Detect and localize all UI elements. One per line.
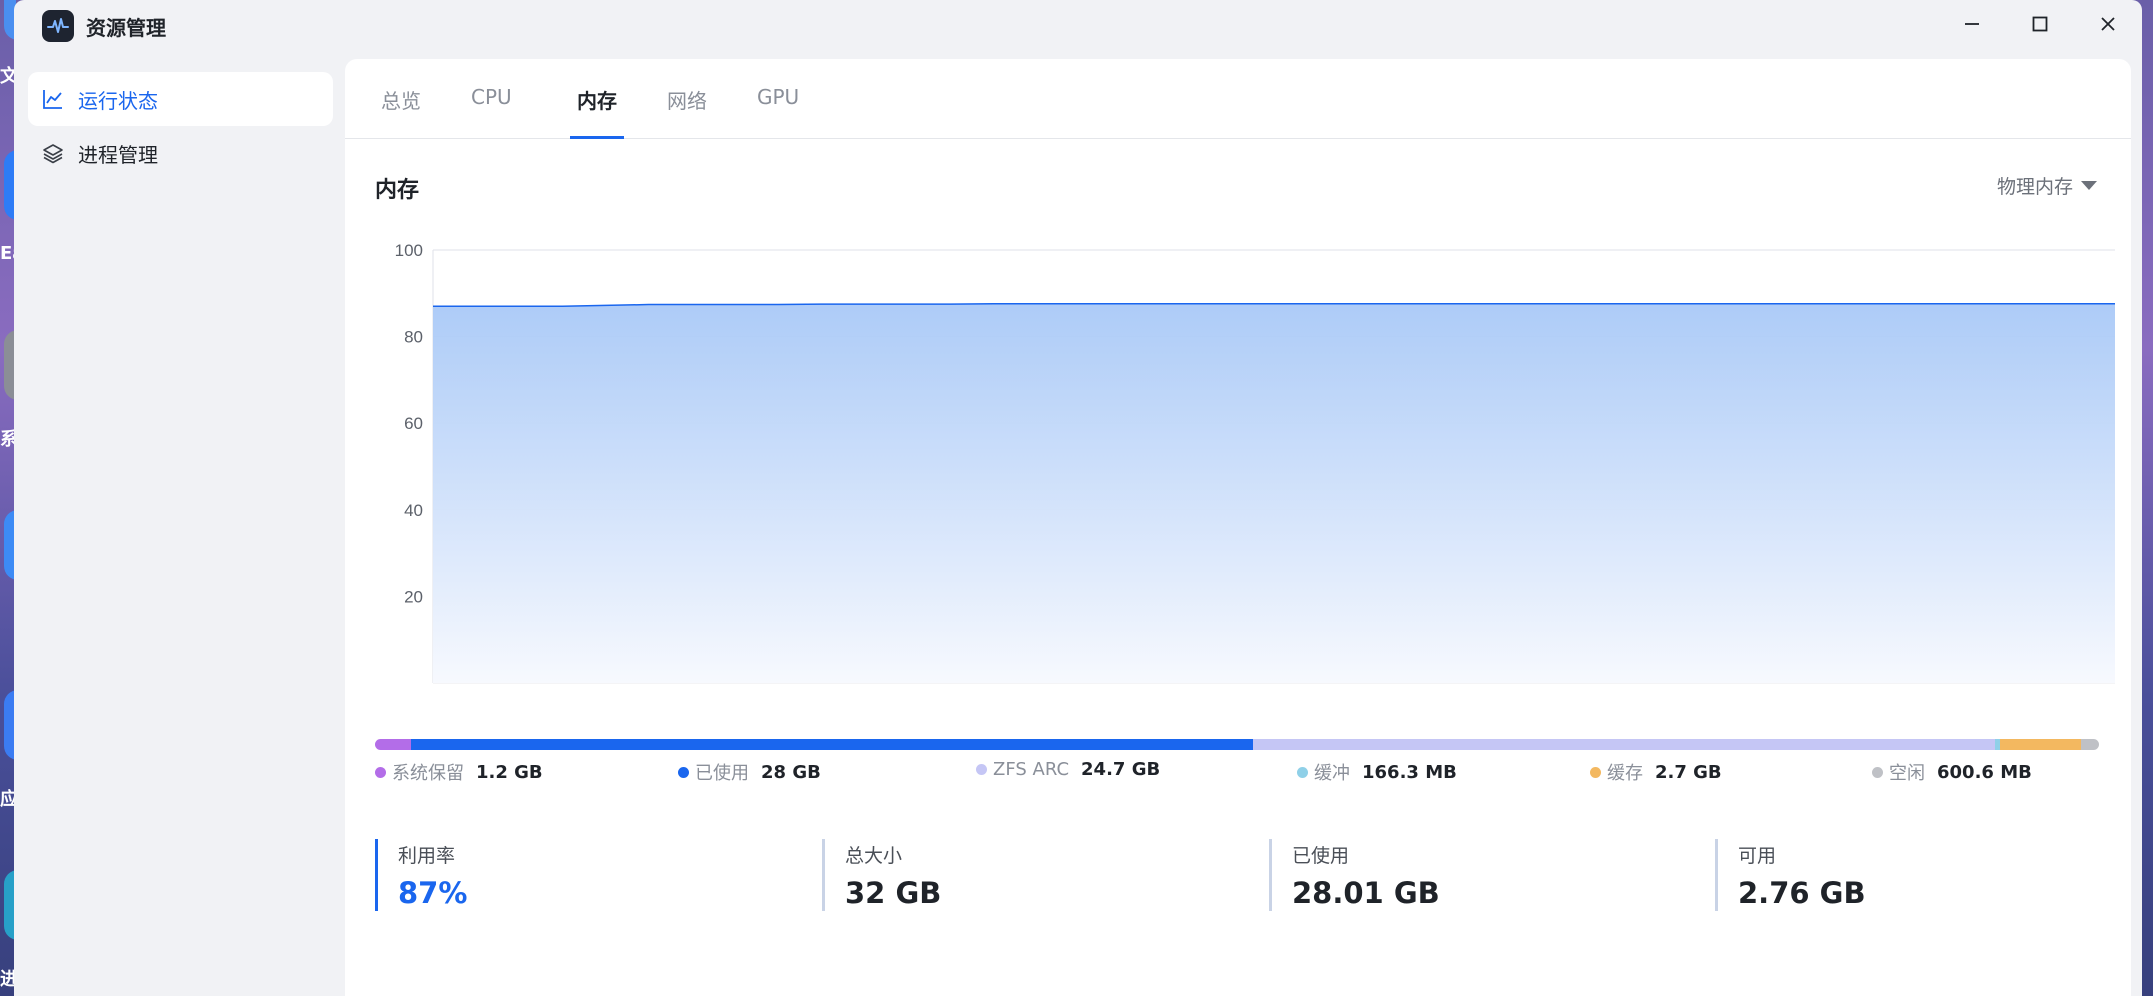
legend-dot [1590, 766, 1601, 778]
activity-monitor-icon [42, 10, 74, 42]
legend-value: 24.7 GB [1081, 759, 1161, 780]
stat-card: 利用率 87% [375, 839, 467, 911]
y-tick-label: 60 [404, 414, 423, 433]
stat-label: 已使用 [1292, 845, 1350, 867]
sidebar-item-label: 进程管理 [78, 142, 158, 167]
legend-item: 空闲 600.6 MB [1872, 759, 2032, 785]
legend-value: 600.6 MB [1937, 761, 2032, 783]
legend-value: 1.2 GB [476, 761, 543, 783]
breakdown-segment [1999, 739, 2081, 750]
breakdown-segment [1252, 739, 1995, 750]
legend-item: 已使用 28 GB [678, 759, 821, 785]
legend-name: ZFS ARC [993, 759, 1070, 780]
line-chart-icon [42, 88, 64, 110]
stat-card: 总大小 32 GB [822, 839, 941, 911]
legend-item: 缓冲 166.3 MB [1297, 759, 1457, 785]
sidebar-item-process-management[interactable]: 进程管理 [28, 126, 333, 180]
legend-value: 28 GB [761, 761, 821, 783]
legend-value: 2.7 GB [1655, 761, 1722, 783]
window-title: 资源管理 [86, 16, 166, 40]
close-icon [2098, 14, 2118, 38]
breakdown-segment [375, 739, 412, 750]
stat-value: 28.01 GB [1292, 876, 1440, 910]
breakdown-segment [2080, 739, 2099, 750]
breakdown-segment [411, 739, 1253, 750]
close-button[interactable] [2088, 8, 2128, 44]
y-tick-label: 40 [404, 501, 423, 520]
legend-item: 系统保留 1.2 GB [375, 759, 543, 785]
legend-dot [1297, 766, 1308, 778]
y-tick-label: 100 [395, 241, 423, 260]
stat-card: 已使用 28.01 GB [1269, 839, 1440, 911]
main-panel: 总览 CPU 内存 网络 GPU 内存 物理内存 20 40 60 80 100 系统保… [345, 59, 2131, 996]
stat-label: 可用 [1738, 845, 1777, 867]
memory-usage-area [433, 303, 2115, 683]
legend-name: 已使用 [695, 763, 749, 784]
stat-card: 可用 2.76 GB [1715, 839, 1866, 911]
legend-dot [678, 766, 689, 778]
stat-value: 87% [398, 876, 468, 910]
stat-value: 2.76 GB [1738, 876, 1866, 910]
legend-name: 系统保留 [392, 763, 464, 784]
y-tick-label: 20 [404, 587, 423, 606]
memory-usage-chart: 20 40 60 80 100 [395, 241, 2115, 684]
sidebar-item-label: 运行状态 [78, 88, 158, 113]
maximize-button[interactable] [2020, 8, 2060, 44]
legend-dot [976, 764, 987, 775]
legend-value: 166.3 MB [1362, 761, 1457, 783]
maximize-icon [2030, 14, 2050, 38]
stat-value: 32 GB [845, 876, 942, 910]
minimize-icon [1962, 14, 1982, 38]
stat-label: 利用率 [398, 845, 456, 867]
title-bar[interactable]: 资源管理 [14, 0, 2142, 52]
legend-item: ZFS ARC 24.7 GB [976, 759, 1160, 780]
legend-dot [1872, 766, 1883, 778]
memory-breakdown-bar [375, 739, 2099, 750]
legend-name: 空闲 [1889, 763, 1925, 784]
legend-name: 缓冲 [1314, 763, 1350, 784]
stat-label: 总大小 [845, 845, 903, 867]
sidebar-item-running-status[interactable]: 运行状态 [28, 72, 333, 126]
legend-item: 缓存 2.7 GB [1590, 759, 1722, 785]
resource-manager-window: 资源管理 运行状态 进程管理 总览 CPU 内存 网络 GPU 内存 物理内存 … [14, 0, 2142, 996]
minimize-button[interactable] [1952, 8, 1992, 44]
layers-icon [42, 142, 64, 164]
legend-name: 缓存 [1607, 763, 1643, 784]
legend-dot [375, 766, 386, 778]
y-tick-label: 80 [404, 328, 423, 347]
